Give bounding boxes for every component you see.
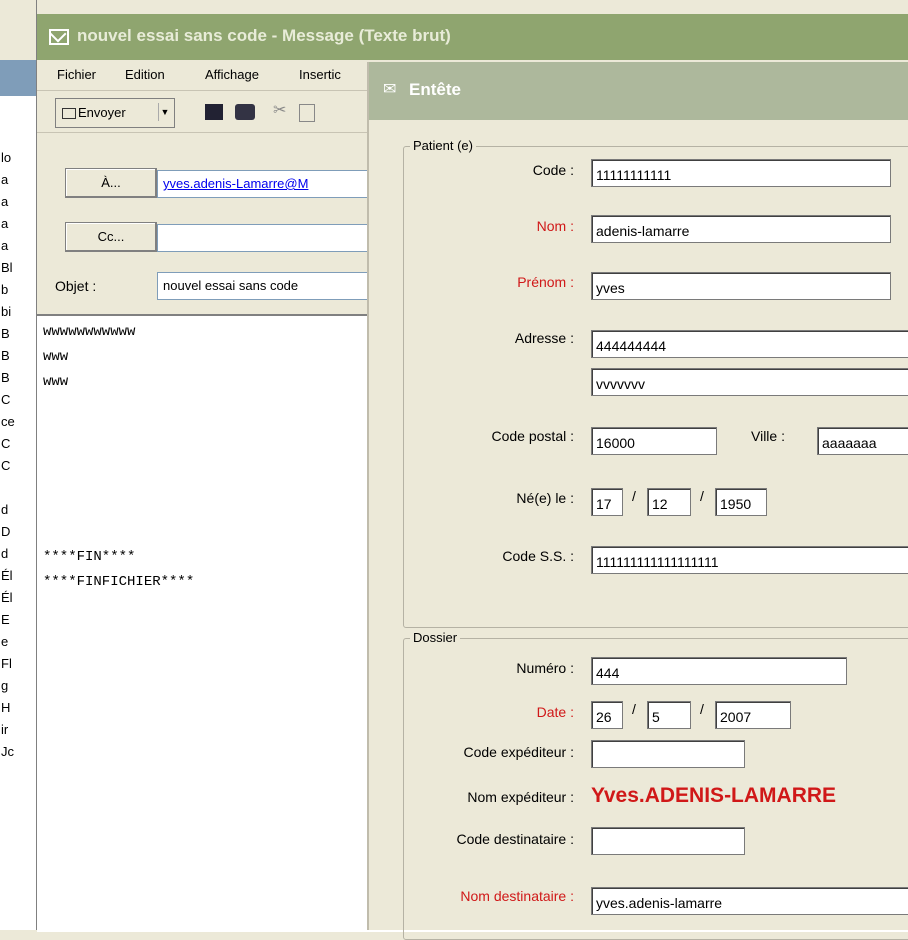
ville-label: Ville : [751, 428, 785, 444]
patient-group-legend: Patient (e) [410, 138, 476, 153]
code-label: Code : [532, 162, 574, 178]
date-month-field[interactable]: 5 [647, 701, 691, 729]
prenom-field[interactable]: yves [591, 272, 891, 300]
background-list-item: a [1, 194, 9, 209]
background-window-strip: lo a a a a Bl b bi B B B Cce C Cd Dd Él Él Ee Fl g Hir Jc [0, 0, 36, 930]
send-label: Envoyer [78, 105, 126, 120]
menu-edition[interactable]: Edition [125, 67, 165, 82]
envelope-icon [49, 29, 69, 45]
prenom-label: Prénom : [517, 274, 574, 290]
send-button[interactable]: Envoyer ▼ [55, 98, 175, 128]
ville-field[interactable]: aaaaaaa [817, 427, 908, 455]
background-list-item: Él [1, 568, 13, 583]
background-list-item: B [1, 370, 10, 385]
code-destinataire-field[interactable] [591, 827, 745, 855]
adresse-field-2[interactable]: vvvvvvv [591, 368, 908, 396]
cc-button[interactable]: Cc... [65, 222, 157, 252]
nom-label: Nom : [536, 218, 574, 234]
date-separator: / [632, 488, 636, 504]
adresse-label: Adresse : [514, 330, 574, 346]
dialog-icon: ✉ [383, 81, 397, 98]
date-separator: / [632, 701, 636, 717]
background-list-item: a [1, 172, 9, 187]
numero-field[interactable]: 444 [591, 657, 847, 685]
dialog-title: Entête [409, 80, 461, 99]
background-list-item: bi [1, 304, 12, 319]
date-year-field[interactable]: 2007 [715, 701, 791, 729]
date-label: Date : [536, 704, 574, 720]
body-line: www [43, 349, 69, 365]
naissance-label: Né(e) le : [516, 490, 574, 506]
code-destinataire-label: Code destinataire : [456, 831, 574, 847]
naissance-day-field[interactable]: 17 [591, 488, 623, 516]
body-line: ****FIN**** [43, 549, 136, 565]
background-list-item: ce [1, 414, 15, 429]
body-line: ****FINFICHIER**** [43, 574, 195, 590]
background-list-item: Bl [1, 260, 13, 275]
send-dropdown-icon[interactable]: ▼ [158, 103, 171, 121]
code-postal-field[interactable]: 16000 [591, 427, 717, 455]
window-titlebar[interactable]: nouvel essai sans code - Message (Texte … [37, 14, 908, 60]
nom-expediteur-label: Nom expéditeur : [467, 789, 574, 805]
adresse-field-1[interactable]: 444444444 [591, 330, 908, 358]
background-list-item: a [1, 216, 9, 231]
cut-icon[interactable]: ✂ [273, 100, 286, 120]
background-toolbar [0, 60, 36, 96]
code-ss-label: Code S.S. : [502, 548, 574, 564]
code-postal-label: Code postal : [491, 428, 575, 444]
nom-field[interactable]: adenis-lamarre [591, 215, 891, 243]
dialog-titlebar[interactable]: ✉ Entête [369, 62, 908, 120]
background-list-item: e [1, 634, 9, 649]
background-list-item: D [1, 524, 11, 539]
background-list-item: E [1, 612, 10, 627]
app-icon [0, 0, 36, 60]
background-list-item: Fl [1, 656, 12, 671]
background-list-item: C [1, 436, 11, 451]
date-separator: / [700, 701, 704, 717]
background-list-item: C [1, 392, 11, 407]
background-list-item: Él [1, 590, 13, 605]
background-list-item: d [1, 502, 9, 517]
nom-expediteur-value: Yves.ADENIS-LAMARRE [591, 784, 837, 807]
date-separator: / [700, 488, 704, 504]
background-list-item: d [1, 546, 9, 561]
code-expediteur-label: Code expéditeur : [463, 744, 574, 760]
naissance-month-field[interactable]: 12 [647, 488, 691, 516]
background-list-item: H [1, 700, 11, 715]
save-icon[interactable] [205, 104, 223, 120]
code-ss-field[interactable]: 111111111111111111 [591, 546, 908, 574]
code-expediteur-field[interactable] [591, 740, 745, 768]
window-title: nouvel essai sans code - Message (Texte … [77, 26, 451, 45]
nom-destinataire-label: Nom destinataire : [460, 888, 574, 904]
background-list-item: C [1, 458, 11, 473]
background-list-item: g [1, 678, 9, 693]
background-list-item: lo [1, 150, 12, 165]
background-list-item: b [1, 282, 9, 297]
date-day-field[interactable]: 26 [591, 701, 623, 729]
background-list-item: ir [1, 722, 9, 737]
naissance-year-field[interactable]: 1950 [715, 488, 767, 516]
background-list-item: a [1, 238, 9, 253]
menu-insertion[interactable]: Insertic [299, 67, 341, 82]
copy-icon[interactable] [299, 104, 315, 122]
code-field[interactable]: 11111111111 [591, 159, 891, 187]
print-icon[interactable] [235, 104, 255, 120]
entete-dialog: ✉ Entête Patient (e) Code : 11111111111 … [367, 62, 908, 940]
background-list-item: B [1, 326, 10, 341]
send-icon [62, 108, 76, 119]
background-list-item: B [1, 348, 10, 363]
menu-fichier[interactable]: Fichier [57, 67, 96, 82]
subject-label: Objet : [55, 278, 97, 294]
menu-affichage[interactable]: Affichage [205, 67, 259, 82]
to-button[interactable]: À... [65, 168, 157, 198]
numero-label: Numéro : [516, 660, 574, 676]
body-line: www [43, 374, 69, 390]
nom-destinataire-field[interactable]: yves.adenis-lamarre [591, 887, 908, 915]
body-line: wwwwwwwwwww [43, 324, 136, 340]
dossier-group-legend: Dossier [410, 630, 461, 645]
background-list-item: Jc [1, 744, 14, 759]
